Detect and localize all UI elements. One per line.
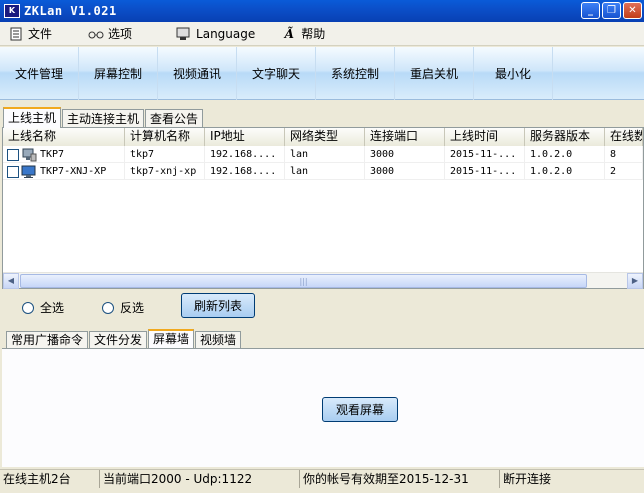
- tab-active-connect[interactable]: 主动连接主机: [62, 109, 145, 128]
- window-title: ZKLan V1.021: [24, 4, 117, 18]
- cell-online-time: 2015-11-...: [445, 163, 525, 180]
- col-computer-name[interactable]: 计算机名称: [125, 128, 205, 146]
- cell-online-count: 2: [605, 163, 643, 180]
- cell-port: 3000: [365, 146, 445, 163]
- menu-bar: 文件 选项 Language Ã 帮助: [0, 22, 644, 46]
- col-port[interactable]: 连接端口: [365, 128, 445, 146]
- host-table: 上线名称 计算机名称 IP地址 网络类型 连接端口 上线时间 服务器版本 在线数…: [2, 127, 644, 289]
- select-all-label: 全选: [40, 301, 65, 315]
- minimize-icon[interactable]: _: [581, 2, 600, 19]
- host-tabs: 上线主机 主动连接主机 查看公告: [3, 107, 204, 128]
- table-row[interactable]: TKP7 tkp7 192.168.... lan 3000 2015-11-.…: [3, 146, 643, 163]
- menu-options[interactable]: 选项: [80, 25, 132, 42]
- invert-selection-radio[interactable]: 反选: [102, 299, 144, 316]
- tab-announcements[interactable]: 查看公告: [145, 109, 204, 128]
- status-online-hosts: 在线主机2台: [0, 470, 100, 488]
- cell-network-type: lan: [285, 146, 365, 163]
- app-icon: K: [4, 4, 20, 18]
- menu-help-label: 帮助: [301, 27, 326, 41]
- file-menu-icon: [8, 27, 24, 41]
- menu-language-label: Language: [196, 26, 256, 41]
- cell-ip: 192.168....: [205, 163, 285, 180]
- toolbar: 文件管理 屏幕控制 视频通讯 文字聊天 系统控制 重启关机 最小化: [0, 46, 644, 100]
- invert-selection-label: 反选: [120, 301, 145, 315]
- menu-help[interactable]: Ã 帮助: [273, 25, 326, 42]
- status-connection: 断开连接: [503, 472, 552, 486]
- status-port: 当前端口2000 - Udp:1122: [100, 470, 300, 488]
- cell-computer-name: tkp7-xnj-xp: [125, 163, 205, 180]
- radio-icon: [102, 301, 114, 314]
- select-all-radio[interactable]: 全选: [22, 299, 64, 316]
- reboot-shutdown-button[interactable]: 重启关机: [395, 46, 474, 100]
- cell-online-count: 8: [605, 146, 643, 163]
- radio-icon: [22, 301, 34, 314]
- cell-port: 3000: [365, 163, 445, 180]
- video-call-button[interactable]: 视频通讯: [158, 46, 237, 100]
- tab-file-distribution[interactable]: 文件分发: [89, 331, 148, 349]
- col-server-version[interactable]: 服务器版本: [525, 128, 605, 146]
- menu-language[interactable]: Language: [168, 27, 255, 41]
- scroll-right-icon[interactable]: ▶: [627, 272, 643, 289]
- screen-control-button[interactable]: 屏幕控制: [79, 46, 158, 100]
- language-icon: [176, 27, 192, 41]
- help-icon: Ã: [284, 26, 294, 41]
- file-manage-button[interactable]: 文件管理: [0, 46, 79, 100]
- status-expiry: 你的帐号有效期至2015-12-31: [300, 470, 500, 488]
- col-ip[interactable]: IP地址: [205, 128, 285, 146]
- tab-video-wall[interactable]: 视频墙: [195, 331, 242, 349]
- glasses-icon: [88, 27, 104, 41]
- col-online-time[interactable]: 上线时间: [445, 128, 525, 146]
- cell-server-version: 1.0.2.0: [525, 146, 605, 163]
- col-online-name[interactable]: 上线名称: [3, 128, 125, 146]
- host-icon: [22, 148, 37, 161]
- horizontal-scrollbar[interactable]: ◀ ||| ▶: [3, 272, 643, 289]
- menu-file[interactable]: 文件: [0, 25, 52, 42]
- status-bar: 在线主机2台 当前端口2000 - Udp:1122 你的帐号有效期至2015-…: [0, 469, 644, 489]
- text-chat-button[interactable]: 文字聊天: [237, 46, 316, 100]
- screen-wall-panel: 观看屏幕: [2, 348, 644, 467]
- view-screen-button[interactable]: 观看屏幕: [322, 397, 398, 422]
- refresh-list-button[interactable]: 刷新列表: [181, 293, 255, 318]
- cell-server-version: 1.0.2.0: [525, 163, 605, 180]
- window-controls: _ ❐ ✕: [581, 2, 642, 19]
- function-tabs: 常用广播命令 文件分发 屏幕墙 视频墙: [6, 329, 242, 349]
- cell-network-type: lan: [285, 163, 365, 180]
- scroll-thumb[interactable]: |||: [20, 274, 587, 288]
- host-name: TKP7: [40, 149, 65, 160]
- restore-icon[interactable]: ❐: [602, 2, 621, 19]
- menu-file-label: 文件: [28, 27, 53, 41]
- tab-online-hosts[interactable]: 上线主机: [3, 107, 62, 128]
- cell-ip: 192.168....: [205, 146, 285, 163]
- row-checkbox[interactable]: [7, 148, 19, 161]
- host-name: TKP7-XNJ-XP: [40, 166, 107, 177]
- cell-online-time: 2015-11-...: [445, 146, 525, 163]
- table-row[interactable]: TKP7-XNJ-XP tkp7-xnj-xp 192.168.... lan …: [3, 163, 643, 180]
- tab-screen-wall[interactable]: 屏幕墙: [148, 329, 195, 349]
- menu-options-label: 选项: [108, 27, 133, 41]
- close-icon[interactable]: ✕: [623, 2, 642, 19]
- row-checkbox[interactable]: [7, 165, 19, 178]
- title-bar: K ZKLan V1.021 _ ❐ ✕: [0, 0, 644, 22]
- col-online-count[interactable]: 在线数: [605, 128, 643, 146]
- monitor-icon: [21, 165, 36, 178]
- col-network-type[interactable]: 网络类型: [285, 128, 365, 146]
- cell-computer-name: tkp7: [125, 146, 205, 163]
- selection-controls: 全选 反选 刷新列表: [0, 290, 644, 322]
- system-control-button[interactable]: 系统控制: [316, 46, 395, 100]
- minimize-button[interactable]: 最小化: [474, 46, 553, 100]
- tab-broadcast-commands[interactable]: 常用广播命令: [6, 331, 89, 349]
- scroll-left-icon[interactable]: ◀: [3, 272, 19, 289]
- table-header: 上线名称 计算机名称 IP地址 网络类型 连接端口 上线时间 服务器版本 在线数: [3, 128, 643, 146]
